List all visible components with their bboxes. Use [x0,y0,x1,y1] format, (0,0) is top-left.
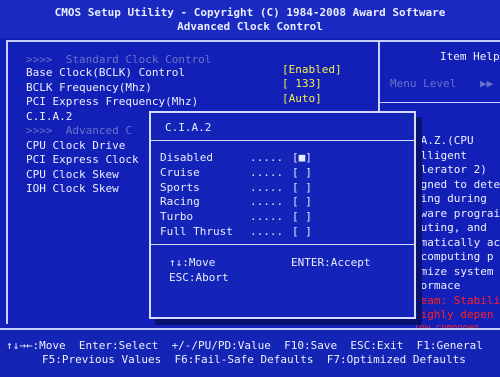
option-mark[interactable]: [ ] [292,210,312,223]
help-line: ding during [414,192,487,205]
option-dots: ..... [250,166,284,179]
setting-ioh-clock-skew[interactable]: IOH Clock Skew [26,182,119,195]
setting-cpu-clock-skew[interactable]: CPU Clock Skew [26,168,119,181]
option-dots: ..... [250,151,284,164]
section-title-advanced: >>>> Advanced C [26,124,132,137]
option-dots: ..... [250,195,284,208]
page-title: Advanced Clock Control [177,20,323,33]
option-full-thrust[interactable]: Full Thrust [160,225,233,238]
popup-hint-accept: ENTER:Accept [291,256,371,269]
help-line: formace [414,279,461,292]
help-line: igned to dete [414,178,500,191]
option-mark[interactable]: [ ] [292,166,312,179]
option-racing[interactable]: Racing [160,195,200,208]
option-dots: ..... [250,181,284,194]
help-line: elligent [414,149,467,162]
help-title: Item Help [440,50,500,63]
setting-pcie-clock[interactable]: PCI Express Clock [26,153,139,166]
popup-title-separator [151,140,414,141]
option-dots: ..... [250,225,284,238]
menu-level-arrows-icon: ▶▶ [480,77,494,90]
option-sports[interactable]: Sports [160,181,200,194]
menu-level-label: Menu Level [390,77,457,90]
help-line: cuting, and [414,221,487,234]
section-title: >>>> Standard Clock Control [26,53,212,66]
popup-hint-separator [151,244,414,245]
popup-hint-abort: ESC:Abort [169,271,229,284]
help-warning-line: ream: Stabili [414,294,500,307]
help-line: elerator 2) [414,163,487,176]
popup-hint-move: ↑↓:Move [169,256,216,269]
help-line: computing p [414,250,494,263]
option-mark[interactable]: [ ] [292,181,312,194]
setting-bclk-frequency[interactable]: BCLK Frequency(Mhz) [26,81,152,94]
option-cruise[interactable]: Cruise [160,166,200,179]
setting-pcie-frequency[interactable]: PCI Express Frequency(Mhz) [26,95,198,108]
help-warning-line: highly depen [414,308,494,321]
setting-base-clock-control[interactable]: Base Clock(BCLK) Control [26,66,185,79]
bios-screen: CMOS Setup Utility - Copyright (C) 1984-… [0,0,500,377]
popup-title: C.I.A.2 [165,121,212,134]
help-line: .A.Z.(CPU [414,134,474,147]
setting-ciaz[interactable]: C.I.A.2 [26,110,72,123]
option-turbo[interactable]: Turbo [160,210,193,223]
option-dots: ..... [250,210,284,223]
help-separator [380,102,500,103]
footer-row-1: ↑↓→←:Move Enter:Select +/-/PU/PD:Value F… [6,339,483,352]
value-pcie-frequency[interactable]: [Auto] [282,92,322,105]
header-title: CMOS Setup Utility - Copyright (C) 1984-… [54,6,446,19]
setting-cpu-clock-drive[interactable]: CPU Clock Drive [26,139,125,152]
help-line: omatically ac [414,236,500,249]
help-line: tware prograi [414,207,500,220]
ciaz-popup: C.I.A.2 Disabled ..... [■] Cruise ..... … [149,111,416,319]
value-bclk-frequency[interactable]: [ 133] [282,77,322,90]
help-line: imize system [414,265,494,278]
option-mark[interactable]: [ ] [292,225,312,238]
value-base-clock-control[interactable]: [Enabled] [282,63,342,76]
option-selected-mark[interactable]: [■] [292,151,312,164]
option-disabled[interactable]: Disabled [160,151,213,164]
footer-key-help: ↑↓→←:Move Enter:Select +/-/PU/PD:Value F… [0,328,500,377]
option-mark[interactable]: [ ] [292,195,312,208]
footer-row-2: F5:Previous Values F6:Fail-Safe Defaults… [42,353,466,366]
